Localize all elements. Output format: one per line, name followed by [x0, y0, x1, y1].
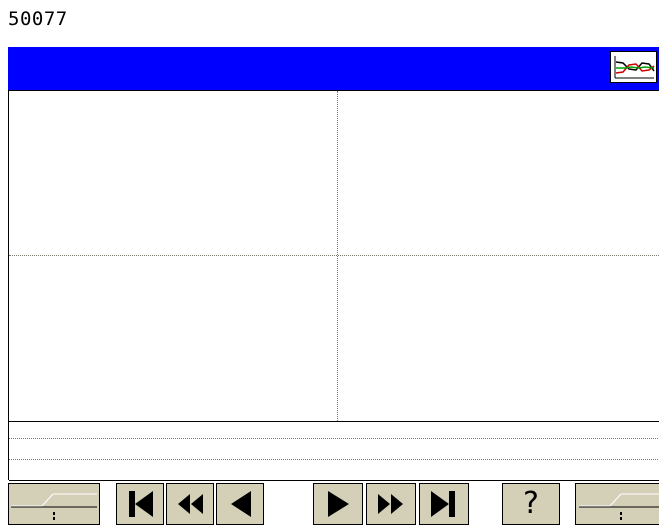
skip-to-end-icon [427, 488, 461, 520]
grid-line-horizontal [9, 255, 659, 256]
help-label: ? [523, 486, 539, 521]
step-back-button[interactable] [216, 483, 264, 525]
left-slider-button[interactable] [8, 483, 100, 525]
fast-rewind-icon [173, 488, 207, 520]
grid-line-vertical [337, 91, 338, 421]
play-button[interactable] [313, 483, 363, 525]
step-back-icon [223, 488, 257, 520]
skip-to-start-icon [123, 488, 157, 520]
skip-to-start-button[interactable] [116, 483, 164, 525]
fast-rewind-button[interactable] [166, 483, 214, 525]
fast-forward-button[interactable] [366, 483, 416, 525]
track-line [9, 438, 659, 439]
slider-icon [9, 484, 99, 524]
playback-toolbar: ? [0, 481, 659, 529]
fast-forward-icon [374, 488, 408, 520]
track-band [8, 421, 659, 481]
record-id-label: 50077 [8, 8, 68, 30]
play-icon [321, 488, 355, 520]
slider-icon [577, 484, 659, 524]
chart-view-button[interactable] [610, 51, 657, 83]
title-bar [8, 47, 659, 90]
skip-to-end-button[interactable] [419, 483, 469, 525]
line-chart-icon [611, 52, 656, 82]
help-button[interactable]: ? [502, 483, 560, 525]
plot-area [8, 90, 659, 422]
track-line [9, 459, 659, 460]
right-slider-button[interactable] [575, 483, 659, 525]
